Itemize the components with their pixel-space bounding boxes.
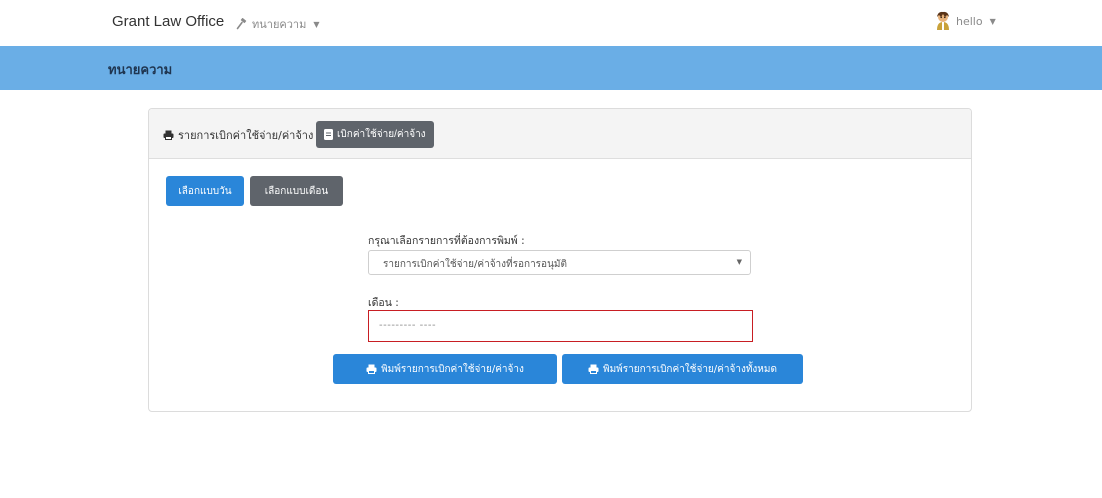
file-icon xyxy=(324,129,333,140)
month-label: เดือน : xyxy=(368,297,399,309)
print-type-selected-value: รายการเบิกค่าใช้จ่าย/ค่าจ้างที่รอการอนุม… xyxy=(383,259,567,270)
expense-request-button[interactable]: เบิกค่าใช้จ่าย/ค่าจ้าง xyxy=(316,121,434,148)
print-icon xyxy=(163,130,174,140)
print-list-button-label: พิมพ์รายการเบิกค่าใช้จ่าย/ค่าจ้าง xyxy=(381,363,524,375)
print-card: รายการเบิกค่าใช้จ่าย/ค่าจ้าง เบิกค่าใช้จ… xyxy=(148,108,972,412)
page-title: ทนายความ xyxy=(108,63,173,78)
brand-link[interactable]: Grant Law Office xyxy=(112,13,224,30)
print-type-select[interactable]: รายการเบิกค่าใช้จ่าย/ค่าจ้างที่รอการอนุม… xyxy=(368,250,751,275)
user-menu-dropdown[interactable]: hello ▼ xyxy=(934,11,996,31)
card-header: รายการเบิกค่าใช้จ่าย/ค่าจ้าง เบิกค่าใช้จ… xyxy=(149,109,971,159)
print-list-button[interactable]: พิมพ์รายการเบิกค่าใช้จ่าย/ค่าจ้าง xyxy=(333,354,557,384)
print-icon xyxy=(366,364,377,374)
card-header-title: รายการเบิกค่าใช้จ่าย/ค่าจ้าง xyxy=(163,126,313,144)
card-header-label: รายการเบิกค่าใช้จ่าย/ค่าจ้าง xyxy=(178,129,314,142)
month-input[interactable]: --------- ---- xyxy=(368,310,753,342)
avatar xyxy=(937,11,949,30)
caret-down-icon: ▼ xyxy=(736,258,742,266)
print-all-button[interactable]: พิมพ์รายการเบิกค่าใช้จ่าย/ค่าจ้างทั้งหมด xyxy=(562,354,803,384)
caret-down-icon: ▼ xyxy=(989,16,996,26)
select-by-day-button[interactable]: เลือกแบบวัน xyxy=(166,176,244,206)
user-name: hello xyxy=(956,14,983,28)
print-all-button-label: พิมพ์รายการเบิกค่าใช้จ่าย/ค่าจ้างทั้งหมด xyxy=(603,363,777,375)
gavel-icon xyxy=(236,18,247,30)
lawyer-menu-label: ทนายความ xyxy=(252,18,307,31)
top-navbar: Grant Law Office ทนายความ ▼ hello ▼ xyxy=(0,0,1102,46)
select-by-month-button[interactable]: เลือกแบบเดือน xyxy=(250,176,343,206)
print-icon xyxy=(588,364,599,374)
page-banner: ทนายความ xyxy=(0,46,1102,90)
lawyer-menu-dropdown[interactable]: ทนายความ ▼ xyxy=(236,15,320,33)
caret-down-icon: ▼ xyxy=(313,19,320,29)
print-type-label: กรุณาเลือกรายการที่ต้องการพิมพ์ : xyxy=(368,235,525,247)
expense-request-button-label: เบิกค่าใช้จ่าย/ค่าจ้าง xyxy=(337,129,426,140)
